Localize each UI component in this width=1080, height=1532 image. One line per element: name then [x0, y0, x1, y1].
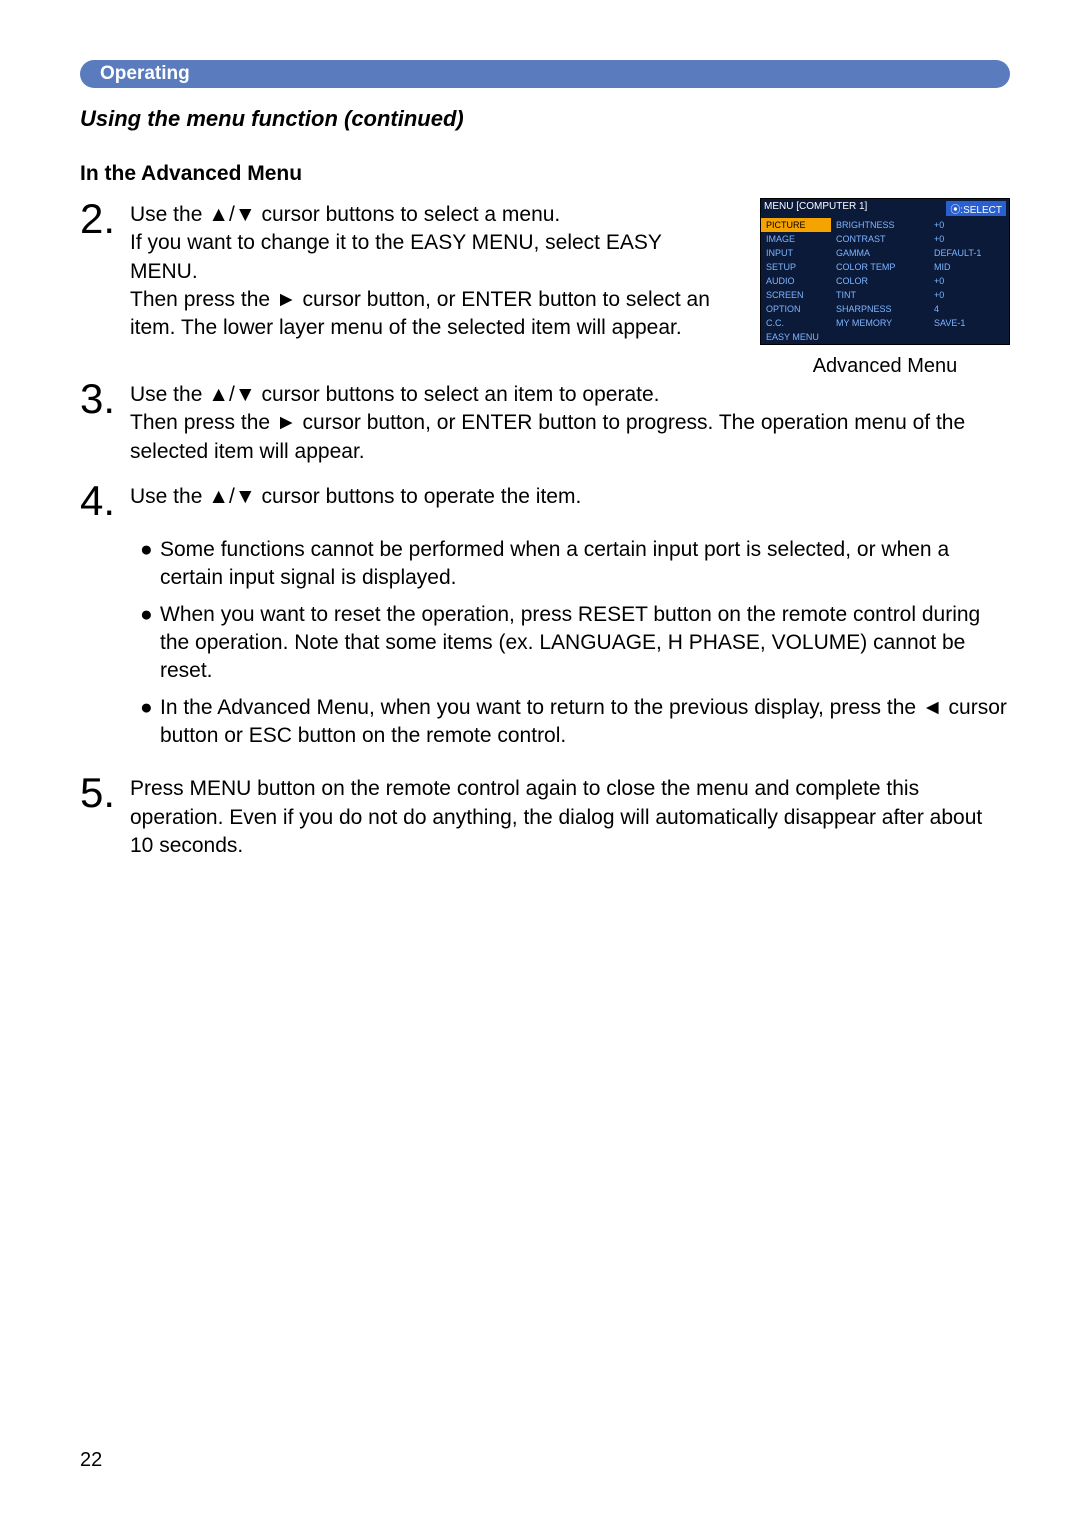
- osd-left-item: C.C.: [761, 316, 831, 330]
- section-label: Operating: [100, 63, 190, 84]
- osd-left-item: OPTION: [761, 302, 831, 316]
- step-body: Use the ▲/▼ cursor buttons to operate th…: [130, 480, 581, 511]
- osd-mid-item: COLOR: [831, 274, 931, 288]
- osd-right-item: MID: [931, 260, 1009, 274]
- osd-mid-item: BRIGHTNESS: [831, 218, 931, 232]
- osd-mid-item: CONTRAST: [831, 232, 931, 246]
- osd-right-item: +0: [931, 232, 1009, 246]
- step-body: Use the ▲/▼ cursor buttons to select a m…: [130, 198, 732, 343]
- step-number: 4.: [80, 480, 130, 522]
- osd-mid-item: SHARPNESS: [831, 302, 931, 316]
- bullet-dot-icon: ●: [140, 536, 160, 593]
- bullet-text: In the Advanced Menu, when you want to r…: [160, 694, 1010, 751]
- bullet-item: ● Some functions cannot be performed whe…: [140, 536, 1010, 593]
- bullet-item: ● In the Advanced Menu, when you want to…: [140, 694, 1010, 751]
- osd-mid-item: MY MEMORY: [831, 316, 931, 330]
- osd-left-item: IMAGE: [761, 232, 831, 246]
- bullet-text: Some functions cannot be performed when …: [160, 536, 1010, 593]
- step-number: 2.: [80, 198, 130, 240]
- osd-right-item: 4: [931, 302, 1009, 316]
- osd-left-item: PICTURE: [761, 218, 831, 232]
- osd-left-item: AUDIO: [761, 274, 831, 288]
- osd-left-item: INPUT: [761, 246, 831, 260]
- section-bar: Operating: [80, 60, 1010, 88]
- osd-left-item: SCREEN: [761, 288, 831, 302]
- osd-menu-box: MENU [COMPUTER 1] ⦿:SELECT PICTURE IMAGE…: [760, 198, 1010, 345]
- page-number: 22: [80, 1449, 102, 1472]
- osd-right-item: +0: [931, 288, 1009, 302]
- osd-left-item: SETUP: [761, 260, 831, 274]
- osd-right-item: DEFAULT-1: [931, 246, 1009, 260]
- osd-right-item: SAVE-1: [931, 316, 1009, 330]
- bullet-list: ● Some functions cannot be performed whe…: [140, 536, 1010, 750]
- step-4: 4. Use the ▲/▼ cursor buttons to operate…: [80, 480, 1010, 522]
- figure-caption: Advanced Menu: [760, 355, 1010, 378]
- step-body: Press MENU button on the remote control …: [130, 772, 1010, 860]
- osd-right-item: +0: [931, 274, 1009, 288]
- step-body: Use the ▲/▼ cursor buttons to select an …: [130, 378, 1010, 466]
- bullet-dot-icon: ●: [140, 694, 160, 751]
- subheading: In the Advanced Menu: [80, 162, 1010, 186]
- step-3: 3. Use the ▲/▼ cursor buttons to select …: [80, 378, 1010, 466]
- osd-left-item: EASY MENU: [761, 330, 831, 344]
- page-title: Using the menu function (continued): [80, 106, 1010, 132]
- osd-header-left: MENU [COMPUTER 1]: [764, 201, 867, 216]
- osd-header-right: ⦿:SELECT: [946, 201, 1006, 216]
- bullet-dot-icon: ●: [140, 601, 160, 686]
- osd-mid-item: COLOR TEMP: [831, 260, 931, 274]
- osd-mid-item: TINT: [831, 288, 931, 302]
- advanced-menu-figure: MENU [COMPUTER 1] ⦿:SELECT PICTURE IMAGE…: [760, 198, 1010, 378]
- step-5: 5. Press MENU button on the remote contr…: [80, 772, 1010, 860]
- step-number: 5.: [80, 772, 130, 814]
- bullet-item: ● When you want to reset the operation, …: [140, 601, 1010, 686]
- bullet-text: When you want to reset the operation, pr…: [160, 601, 1010, 686]
- step-number: 3.: [80, 378, 130, 420]
- osd-mid-item: GAMMA: [831, 246, 931, 260]
- osd-right-item: +0: [931, 218, 1009, 232]
- step-2: 2. Use the ▲/▼ cursor buttons to select …: [80, 198, 732, 343]
